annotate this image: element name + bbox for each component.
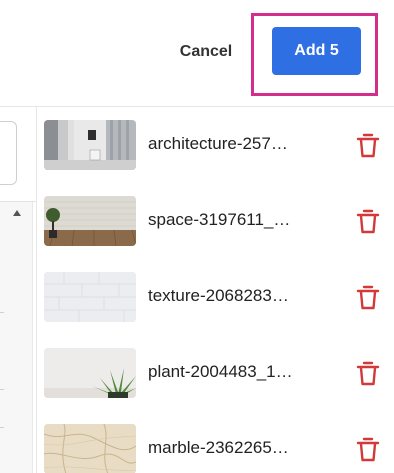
panel-divider <box>36 107 37 473</box>
file-name: architecture-257… <box>148 134 288 153</box>
upload-dialog: Cancel Add 5 architecture-257… space-319… <box>0 0 394 473</box>
file-name: texture-2068283… <box>148 286 289 305</box>
file-name: plant-2004483_1… <box>148 362 293 381</box>
file-name: marble-2362265… <box>148 438 289 457</box>
scroll-up-icon[interactable] <box>13 210 21 216</box>
search-input[interactable] <box>0 121 17 185</box>
list-item: space-3197611_… <box>44 183 394 259</box>
file-thumbnail <box>44 348 136 398</box>
list-item: texture-2068283… <box>44 259 394 335</box>
divider <box>0 427 4 428</box>
list-item: marble-2362265… <box>44 411 394 473</box>
file-thumbnail <box>44 120 136 170</box>
scrollbar[interactable] <box>0 202 33 473</box>
divider <box>0 312 4 313</box>
list-item: plant-2004483_1… <box>44 335 394 411</box>
add-files-button[interactable]: Add 5 <box>272 27 361 75</box>
list-item: architecture-257… <box>44 107 394 183</box>
file-thumbnail <box>44 424 136 473</box>
file-thumbnail <box>44 272 136 322</box>
file-name: space-3197611_… <box>148 210 291 229</box>
trash-icon[interactable] <box>355 284 381 312</box>
file-thumbnail <box>44 196 136 246</box>
left-panel <box>0 107 36 473</box>
trash-icon[interactable] <box>355 132 381 160</box>
trash-icon[interactable] <box>355 360 381 388</box>
cancel-button[interactable]: Cancel <box>166 38 246 64</box>
trash-icon[interactable] <box>355 436 381 464</box>
dialog-header: Cancel Add 5 <box>0 0 394 107</box>
divider <box>0 389 4 390</box>
trash-icon[interactable] <box>355 208 381 236</box>
